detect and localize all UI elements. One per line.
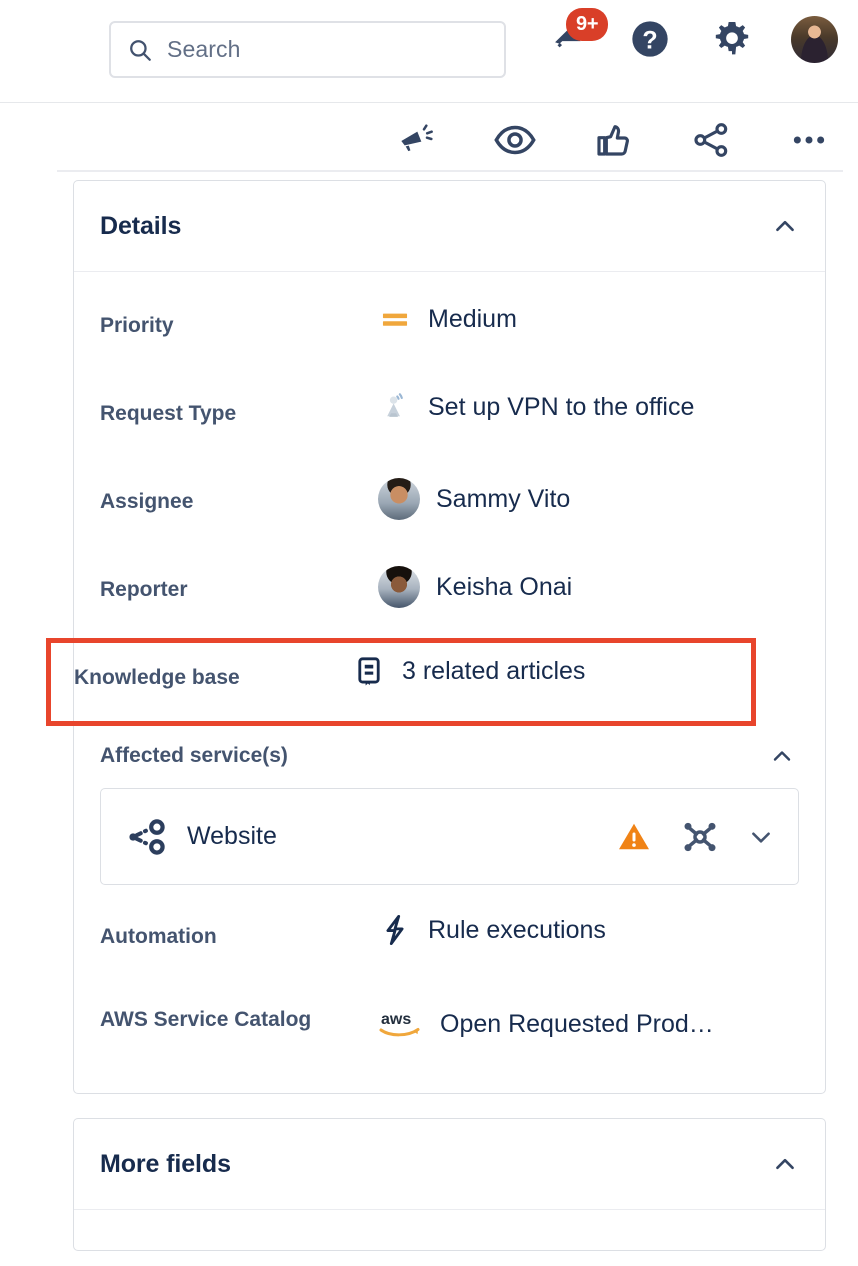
field-value: 3 related articles	[352, 638, 585, 688]
profile-avatar[interactable]	[790, 15, 838, 63]
search-input[interactable]: Search	[109, 21, 506, 78]
field-label: Automation	[100, 925, 217, 948]
field-label: Request Type	[100, 402, 237, 425]
more-fields-title: More fields	[100, 1149, 231, 1178]
like-button[interactable]	[590, 117, 636, 163]
field-value: Set up VPN to the office	[378, 374, 694, 424]
reporter-value: Keisha Onai	[436, 573, 573, 601]
priority-medium-icon	[378, 302, 412, 336]
chevron-up-icon[interactable]	[772, 213, 798, 239]
field-row-reporter[interactable]: Reporter Keisha Onai	[74, 550, 825, 638]
svg-text:?: ?	[642, 26, 657, 54]
field-value: aws Open Requested Prod…	[378, 985, 714, 1041]
vpn-satellite-icon	[378, 390, 412, 424]
settings-button[interactable]	[710, 17, 754, 61]
avatar	[790, 15, 838, 63]
knowledge-base-value: 3 related articles	[402, 657, 586, 685]
service-card-actions	[616, 817, 774, 857]
chevron-up-icon[interactable]	[772, 1151, 798, 1177]
notifications-button[interactable]: 9+	[546, 8, 609, 61]
chevron-down-icon[interactable]	[748, 824, 774, 850]
header-actions: 9+ ?	[546, 8, 838, 63]
field-label: AWS Service Catalog	[100, 1008, 312, 1031]
reporter-avatar	[378, 566, 420, 608]
field-row-knowledge-base[interactable]: Knowledge base 3 related articles	[46, 638, 851, 726]
field-label: Assignee	[100, 490, 194, 513]
notification-badge: 9+	[566, 8, 609, 41]
search-placeholder: Search	[167, 36, 241, 62]
affected-services-header[interactable]: Affected service(s)	[74, 726, 825, 778]
watch-button[interactable]	[492, 117, 538, 163]
service-name: Website	[187, 822, 277, 850]
more-fields-body	[74, 1210, 825, 1250]
chevron-up-icon[interactable]	[770, 744, 794, 768]
priority-value: Medium	[428, 305, 517, 333]
field-row-request-type[interactable]: Request Type Set up VPN to the office	[74, 374, 825, 462]
automation-value: Rule executions	[428, 916, 606, 944]
more-fields-panel: More fields	[73, 1118, 826, 1251]
field-row-priority[interactable]: Priority Medium	[74, 286, 825, 374]
details-panel-header[interactable]: Details	[74, 181, 825, 272]
service-node-icon	[125, 815, 169, 859]
field-label: Reporter	[100, 578, 188, 601]
assignee-value: Sammy Vito	[436, 485, 571, 513]
field-label: Priority	[100, 314, 174, 337]
field-value: Rule executions	[378, 897, 606, 947]
topology-graph-icon[interactable]	[680, 817, 720, 857]
feedback-button[interactable]	[394, 117, 440, 163]
warning-triangle-icon[interactable]	[616, 819, 652, 855]
assignee-avatar	[378, 478, 420, 520]
field-value: Keisha Onai	[378, 550, 572, 608]
affected-service-card[interactable]: Website	[100, 788, 799, 885]
page-title: Details	[100, 211, 182, 240]
knowledge-base-book-icon	[352, 654, 386, 688]
aws-service-catalog-value: Open Requested Prod…	[440, 1010, 714, 1038]
more-actions-button[interactable]	[786, 117, 832, 163]
toolbar-divider	[57, 170, 843, 172]
aws-logo-icon: aws	[378, 1007, 424, 1041]
request-type-value: Set up VPN to the office	[428, 393, 695, 421]
issue-action-toolbar	[0, 103, 858, 172]
help-button[interactable]: ?	[628, 17, 672, 61]
search-icon	[127, 37, 153, 63]
details-field-list: Priority Medium Request Type Set up VPN …	[46, 272, 825, 1093]
field-value: Sammy Vito	[378, 462, 570, 520]
field-row-automation[interactable]: Automation Rule executions	[74, 897, 825, 985]
affected-services-label: Affected service(s)	[100, 744, 288, 767]
top-header-bar: Search 9+ ?	[0, 0, 858, 103]
more-fields-panel-header[interactable]: More fields	[74, 1119, 825, 1210]
field-value: Medium	[378, 286, 517, 336]
field-label: Knowledge base	[74, 666, 240, 689]
field-row-aws-service-catalog[interactable]: AWS Service Catalog aws Open Requested P…	[74, 985, 825, 1073]
lightning-bolt-icon	[378, 913, 412, 947]
svg-text:aws: aws	[381, 1011, 411, 1028]
details-panel: Details Priority Medium Request Type Set…	[46, 180, 826, 1094]
share-button[interactable]	[688, 117, 734, 163]
field-row-assignee[interactable]: Assignee Sammy Vito	[74, 462, 825, 550]
